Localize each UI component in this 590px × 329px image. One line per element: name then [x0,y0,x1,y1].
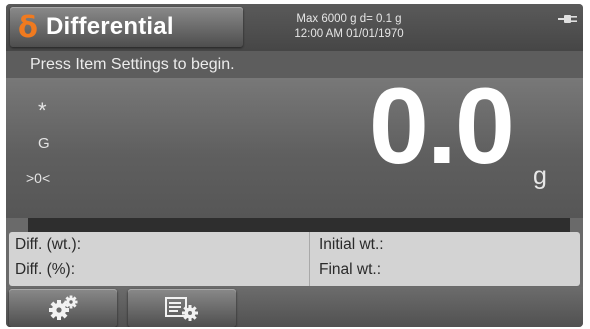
application-settings-button[interactable] [9,289,117,327]
diff-percent-label: Diff. (%): [15,261,75,278]
progress-bar [28,218,570,232]
weight-display: * G >0< 0.0 g [6,72,583,218]
application-button[interactable]: δ Differential [10,7,243,47]
weight-value: 0.0 [368,65,515,186]
gross-indicator: G [38,135,50,152]
balance-screen: δ Differential Max 6000 g d= 0.1 g 12:00… [6,4,583,327]
item-settings-icon [165,297,198,321]
application-name: Differential [45,13,174,40]
date-time: 12:00 AM 01/01/1970 [294,28,404,40]
capacity-info: Max 6000 g d= 0.1 g [296,13,402,25]
diff-weight-label: Diff. (wt.): [15,236,82,253]
results-panel: Diff. (wt.): Diff. (%): Initial wt.: Fin… [9,232,580,286]
item-settings-button[interactable] [128,289,236,327]
softkey-bar [6,287,583,327]
initial-weight-label: Initial wt.: [319,236,384,253]
gears-icon [49,295,78,320]
delta-icon: δ [18,9,38,44]
center-zero-indicator: >0< [26,170,51,186]
title-bar: δ Differential Max 6000 g d= 0.1 g 12:00… [6,4,583,51]
weight-unit: g [533,162,547,190]
final-weight-label: Final wt.: [319,261,382,278]
results-divider [309,232,310,286]
plug-icon [558,15,577,23]
stability-indicator: * [38,98,47,123]
